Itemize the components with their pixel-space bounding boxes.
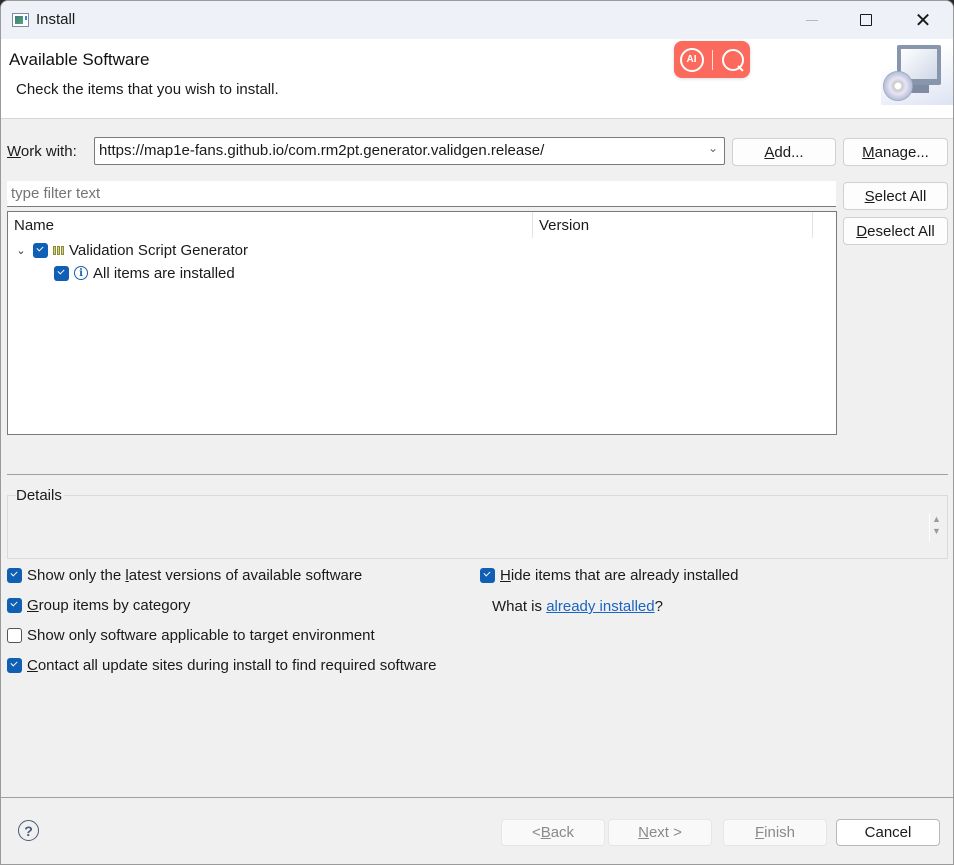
tree-row[interactable]: i All items are installed <box>54 262 235 284</box>
work-with-value: https://map1e-fans.github.io/com.rm2pt.g… <box>99 142 545 159</box>
close-button[interactable]: ✕ <box>894 1 952 39</box>
software-tree[interactable]: Name Version ⌄ Validation Script Generat… <box>7 211 837 435</box>
wizard-banner: Available Software Check the items that … <box>1 39 953 119</box>
group-by-category-label: Group items by category <box>27 597 191 614</box>
page-description: Check the items that you wish to install… <box>16 81 279 98</box>
info-icon: i <box>74 266 88 280</box>
divider <box>7 474 948 475</box>
back-button[interactable]: < Back <box>501 819 605 846</box>
minimize-button[interactable] <box>783 1 841 39</box>
close-icon: ✕ <box>914 9 932 32</box>
column-header-version[interactable]: Version <box>539 217 589 234</box>
maximize-button[interactable] <box>837 1 895 39</box>
hide-installed-option[interactable]: Hide items that are already installed <box>480 567 738 584</box>
select-all-button[interactable]: Select All <box>843 182 948 210</box>
already-installed-link[interactable]: already installed <box>546 598 654 615</box>
help-icon[interactable]: ? <box>18 820 39 841</box>
ai-search-badge[interactable]: AI <box>674 41 750 78</box>
row-checkbox[interactable] <box>33 242 48 258</box>
details-group <box>7 495 948 559</box>
footer-divider <box>1 797 953 798</box>
target-environment-label: Show only software applicable to target … <box>27 627 375 644</box>
work-with-combo[interactable]: https://map1e-fans.github.io/com.rm2pt.g… <box>94 137 725 165</box>
scroll-down-icon[interactable]: ▼ <box>930 525 943 537</box>
search-icon <box>721 48 745 72</box>
page-title: Available Software <box>9 50 150 69</box>
tree-row[interactable]: ⌄ Validation Script Generator <box>14 239 248 261</box>
already-installed-hint: What is already installed? <box>492 598 663 615</box>
window-title: Install <box>36 11 76 28</box>
scroll-up-icon[interactable]: ▲ <box>930 513 943 525</box>
next-button[interactable]: Next > <box>608 819 712 846</box>
ai-chat-icon: AI <box>679 47 704 72</box>
show-latest-label: Show only the latest versions of availab… <box>27 567 363 584</box>
group-by-category-option[interactable]: Group items by category <box>7 597 190 614</box>
tree-header: Name Version <box>8 212 836 238</box>
eclipse-app-icon <box>12 13 29 27</box>
minimize-icon <box>806 19 818 21</box>
cd-disc-icon <box>883 71 913 101</box>
contact-update-sites-option[interactable]: Contact all update sites during install … <box>7 657 436 674</box>
target-environment-checkbox[interactable] <box>7 628 22 643</box>
manage-button[interactable]: Manage... <box>843 138 948 166</box>
badge-divider <box>711 49 713 70</box>
details-scrollbar[interactable]: ▲ ▼ <box>929 513 943 541</box>
hide-installed-checkbox[interactable] <box>480 568 495 583</box>
contact-update-sites-checkbox[interactable] <box>7 658 22 673</box>
target-environment-option[interactable]: Show only software applicable to target … <box>7 627 375 644</box>
work-with-label: Work with: <box>7 143 77 160</box>
title-bar: Install ✕ <box>1 1 953 39</box>
column-header-name[interactable]: Name <box>14 217 54 234</box>
expand-chevron-icon[interactable]: ⌄ <box>14 244 28 257</box>
install-dialog: Install ✕ Available Software Check the i… <box>0 0 954 865</box>
maximize-icon <box>860 14 872 26</box>
row-label: All items are installed <box>93 264 235 282</box>
column-divider[interactable] <box>812 212 813 238</box>
hide-installed-label: Hide items that are already installed <box>500 567 739 584</box>
group-by-category-checkbox[interactable] <box>7 598 22 613</box>
chevron-down-icon[interactable]: ⌄ <box>708 141 718 155</box>
filter-input[interactable] <box>7 181 836 207</box>
row-label: Validation Script Generator <box>69 241 248 259</box>
deselect-all-button[interactable]: Deselect All <box>843 217 948 245</box>
install-wizard-graphic <box>881 41 953 105</box>
cancel-button[interactable]: Cancel <box>836 819 940 846</box>
monitor-stand <box>911 85 929 93</box>
show-latest-versions-option[interactable]: Show only the latest versions of availab… <box>7 567 362 584</box>
details-label: Details <box>16 487 64 504</box>
row-checkbox[interactable] <box>54 265 69 281</box>
feature-group-icon <box>53 245 64 255</box>
add-button[interactable]: Add... <box>732 138 836 166</box>
contact-update-sites-label: Contact all update sites during install … <box>27 657 437 674</box>
show-latest-checkbox[interactable] <box>7 568 22 583</box>
column-divider[interactable] <box>532 212 533 238</box>
finish-button[interactable]: Finish <box>723 819 827 846</box>
